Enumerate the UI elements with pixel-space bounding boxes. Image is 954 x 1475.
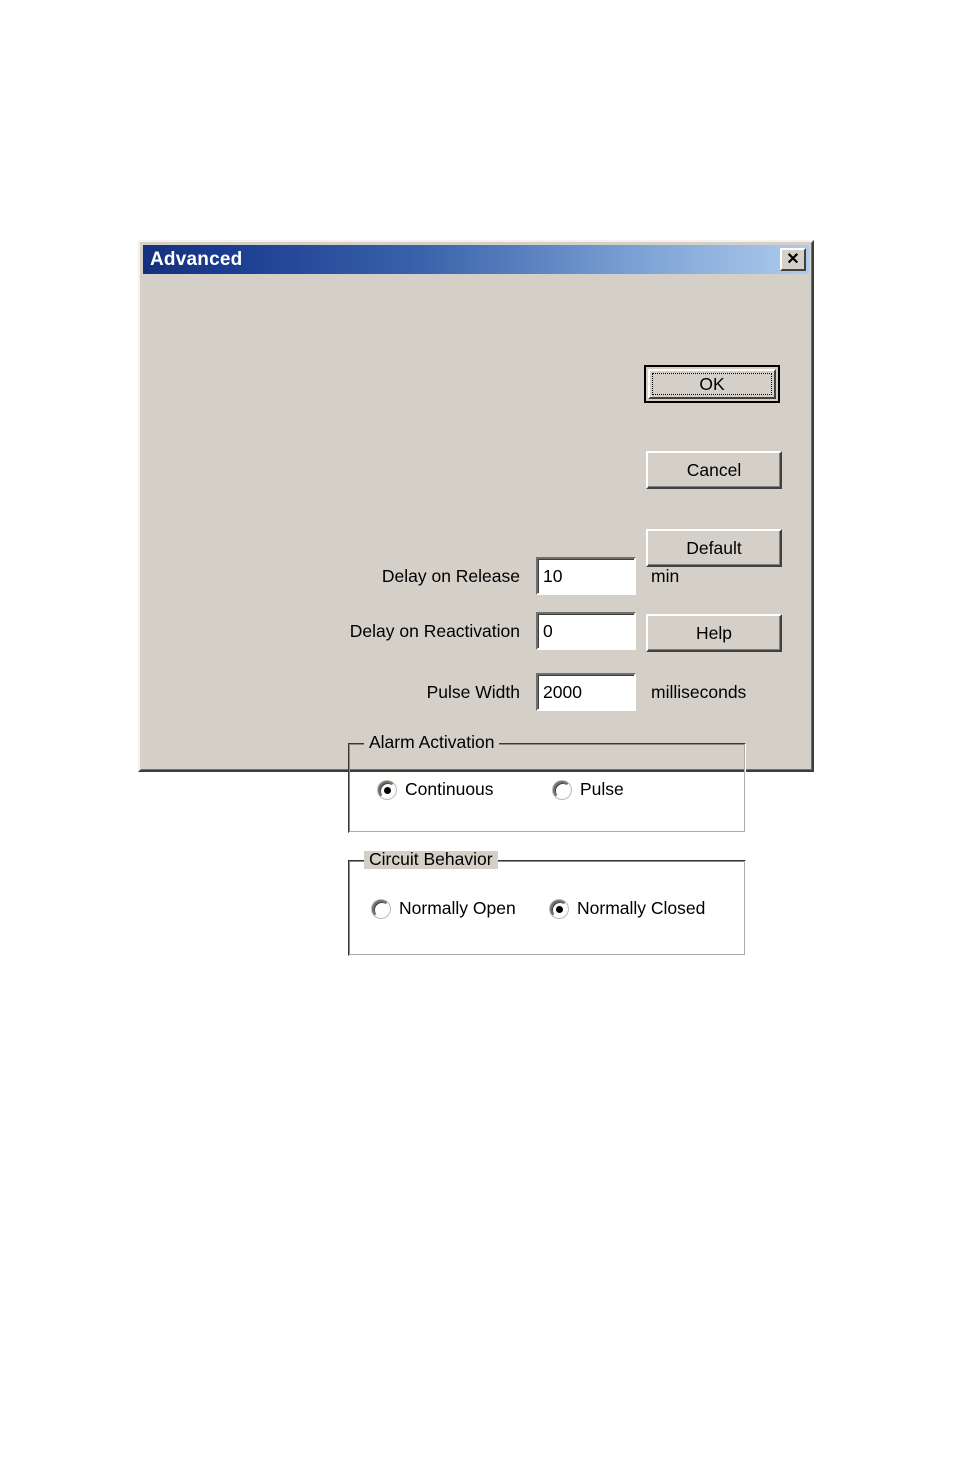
pulse-width-label: Pulse Width: [426, 682, 520, 702]
radio-dot-icon: [553, 781, 571, 799]
radio-dot-icon: [378, 781, 396, 799]
advanced-dialog: Advanced ✕ Delay on Release 10 min Delay…: [138, 240, 814, 956]
help-button[interactable]: Help: [646, 614, 782, 652]
radio-normally-closed-label: Normally Closed: [577, 898, 706, 919]
cancel-button[interactable]: Cancel: [646, 451, 782, 489]
delay-on-reactivation-input[interactable]: 0: [536, 612, 636, 650]
circuit-behavior-group-title: Circuit Behavior: [364, 850, 498, 869]
pulse-width-input[interactable]: 2000: [536, 673, 636, 711]
help-button-label: Help: [696, 622, 732, 643]
default-button-label: Default: [686, 537, 742, 558]
radio-pulse[interactable]: Pulse: [553, 781, 624, 799]
radio-pulse-label: Pulse: [580, 779, 624, 800]
radio-normally-open[interactable]: Normally Open: [372, 900, 516, 918]
dialog-title: Advanced: [150, 249, 243, 270]
delay-on-release-input[interactable]: 10: [536, 557, 636, 595]
delay-on-release-unit: min: [651, 566, 680, 586]
circuit-behavior-group: Circuit Behavior Normally Open Normally …: [348, 850, 746, 956]
radio-continuous[interactable]: Continuous: [378, 781, 494, 799]
pulse-width-unit: milliseconds: [651, 682, 747, 702]
alarm-activation-group: Alarm Activation Continuous Pulse: [348, 733, 746, 833]
alarm-activation-group-title: Alarm Activation: [364, 733, 500, 752]
cancel-button-label: Cancel: [686, 459, 742, 480]
radio-normally-closed[interactable]: Normally Closed: [550, 900, 705, 918]
radio-normally-open-label: Normally Open: [399, 898, 516, 919]
ok-button-label: OK: [652, 373, 772, 395]
ok-button-face: OK: [648, 369, 776, 399]
delay-on-reactivation-label: Delay on Reactivation: [349, 621, 520, 641]
radio-dot-icon: [550, 900, 568, 918]
radio-dot-icon: [372, 900, 390, 918]
delay-on-release-label: Delay on Release: [381, 566, 520, 586]
default-button[interactable]: Default: [646, 529, 782, 567]
ok-button[interactable]: OK: [644, 365, 780, 403]
close-icon[interactable]: ✕: [780, 248, 806, 271]
radio-continuous-label: Continuous: [405, 779, 494, 800]
dialog-titlebar[interactable]: Advanced ✕: [143, 245, 809, 274]
